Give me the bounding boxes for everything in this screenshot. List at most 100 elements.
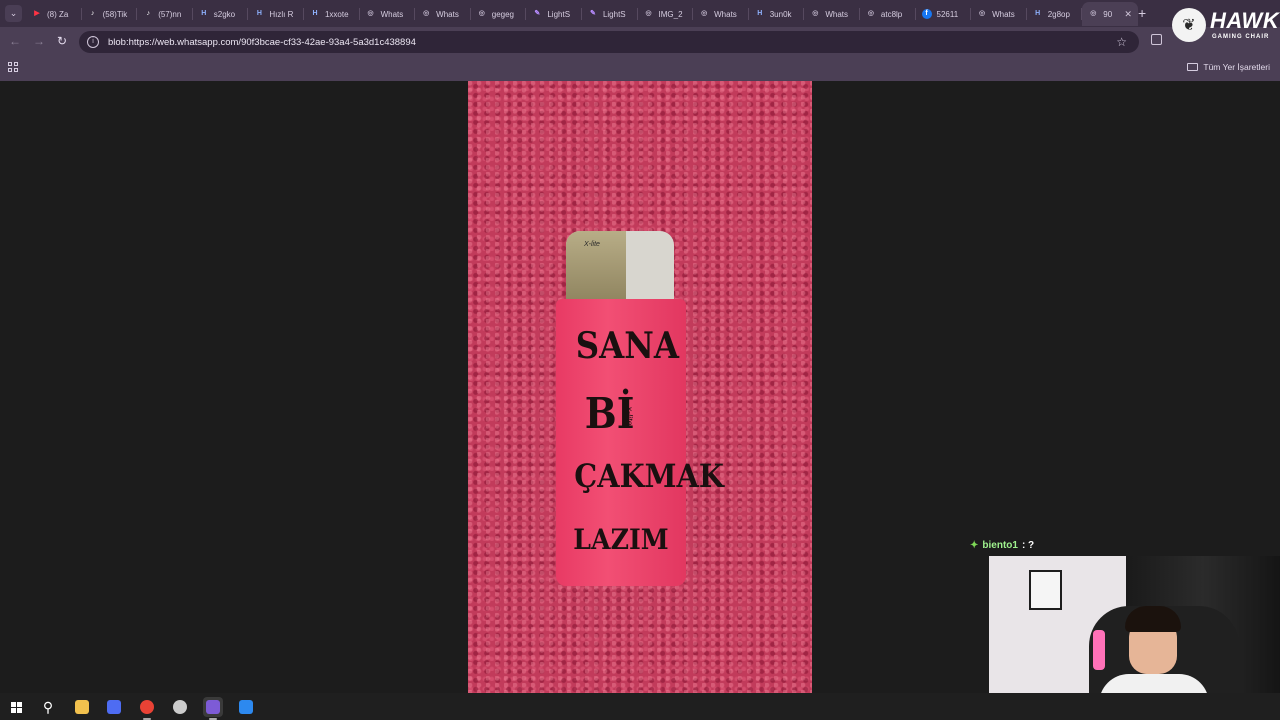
globe-icon: ◎ <box>367 10 374 17</box>
lighter-text-line1: SANA <box>575 325 680 367</box>
all-bookmarks-button[interactable]: Tüm Yer İşaretleri <box>1187 62 1270 72</box>
globe-icon: ◎ <box>478 10 485 17</box>
file-explorer-icon[interactable] <box>72 697 92 717</box>
tab-title: (8) Za <box>47 9 69 19</box>
browser-tab[interactable]: ◎ gegeg <box>471 2 527 26</box>
youtube-icon: ▶ <box>34 10 40 17</box>
address-bar[interactable]: i blob:https://web.whatsapp.com/90f3bcae… <box>79 31 1139 53</box>
browser-tab[interactable]: ♪ (58)Tik <box>82 2 138 26</box>
browser-tab[interactable]: H Hızlı R <box>248 2 304 26</box>
lighter-photo: X-lite SANA Bİ x-lite ÇAKMAK LAZIM <box>468 81 812 693</box>
browser-tab[interactable]: ◎ Whats <box>360 2 416 26</box>
windows-taskbar: ⚲ <box>0 693 1280 720</box>
browser-tab[interactable]: ◎ Whats <box>804 2 860 26</box>
tiktok-icon: ♪ <box>90 10 95 17</box>
browser-tab[interactable]: ◎ 90 ✕ <box>1082 2 1138 26</box>
globe-icon: ◎ <box>423 10 430 17</box>
tab-title: 1xxote <box>324 9 349 19</box>
tiktok-icon: ♪ <box>146 10 150 17</box>
cortana-icon[interactable] <box>104 697 124 717</box>
tab-title: IMG_2 <box>658 9 683 19</box>
lighter-brand-side: x-lite <box>624 406 635 426</box>
chrome-profile-icon[interactable] <box>203 697 223 720</box>
browser-tab[interactable]: ✎ LightS <box>526 2 582 26</box>
facebook-icon: f <box>921 9 932 19</box>
h-site-icon: H <box>1035 10 1041 17</box>
chat-message-text: : ? <box>1021 540 1035 551</box>
tabs-container: ▶ (8) Za ♪ (58)Tik ♪ (57)nn Hs2gko H Hızlı R H 1xx… <box>26 2 1138 26</box>
globe-icon: ◎ <box>645 10 652 17</box>
taskbar-search-icon[interactable]: ⚲ <box>38 697 58 717</box>
lighter-brand-top: X-lite <box>584 241 600 248</box>
globe-icon: ◎ <box>979 10 986 17</box>
lightshot-icon: ✎ <box>590 10 596 17</box>
browser-tab[interactable]: ◎ IMG_2 <box>638 2 694 26</box>
browser-tab[interactable]: H 3un0k <box>749 2 805 26</box>
wall-poster <box>1029 570 1062 610</box>
browser-tab[interactable]: ◎ Whats <box>693 2 749 26</box>
hawk-watermark-title: HAWK <box>1210 8 1280 33</box>
back-button[interactable]: ← <box>9 34 21 48</box>
windows-start-icon[interactable] <box>6 697 26 717</box>
browser-tab[interactable]: ◎ Whats <box>415 2 471 26</box>
h-site-icon: H <box>757 10 763 17</box>
close-tab-icon[interactable]: ✕ <box>1124 9 1132 20</box>
tab-title: Whats <box>992 9 1015 19</box>
tab-title: Whats <box>825 9 848 19</box>
globe-icon: ◎ <box>701 10 708 17</box>
url-text[interactable]: blob:https://web.whatsapp.com/90f3bcae-c… <box>108 37 416 48</box>
globe-icon: ◎ <box>1090 10 1097 17</box>
tab-title: (58)Tik <box>102 9 128 19</box>
bookmark-star-icon[interactable]: ☆ <box>1116 35 1127 49</box>
tab-title: (57)nn <box>158 9 182 19</box>
tab-title: atc8lp <box>880 9 903 19</box>
tab-search-chevron-icon[interactable]: ⌄ <box>5 5 22 22</box>
lighter-text-line4: LAZIM <box>573 523 669 556</box>
browser-toolbar: ← → ↻ i blob:https://web.whatsapp.com/90… <box>0 27 1280 56</box>
tab-title: 90 <box>1103 9 1113 19</box>
apps-grid-icon[interactable] <box>8 62 18 72</box>
browser-tab[interactable]: Hs2gko <box>193 2 249 26</box>
browser-tab[interactable]: ▶ (8) Za <box>26 2 82 26</box>
browser-tab[interactable]: ◎ Whats <box>971 2 1027 26</box>
h-site-icon: H <box>201 10 207 17</box>
tab-strip: ⌄ ▶ (8) Za ♪ (58)Tik ♪ (57)nn Hs2gko H Hızlı RH1… <box>0 0 1280 27</box>
browser-tab[interactable]: ✎ LightS <box>582 2 638 26</box>
forward-button[interactable]: → <box>33 34 45 48</box>
obs-icon[interactable] <box>170 697 190 717</box>
reload-button[interactable]: ↻ <box>57 34 67 48</box>
site-info-icon[interactable]: i <box>87 36 99 48</box>
lighter-body: SANA Bİ x-lite ÇAKMAK LAZIM <box>556 299 724 586</box>
browser-tab[interactable]: f 52611 <box>916 2 972 26</box>
browser-tab[interactable]: ♪ (57)nn <box>137 2 193 26</box>
browser-tab[interactable]: H 2g8op <box>1027 2 1083 26</box>
chrome-icon[interactable] <box>137 697 157 720</box>
browser-tab[interactable]: H 1xxote <box>304 2 360 26</box>
tab-title: Whats <box>714 9 737 19</box>
chat-username: biento1 <box>982 540 1018 551</box>
browser-tab[interactable]: ◎ atc8lp <box>860 2 916 26</box>
tab-title: 3un0k <box>769 9 792 19</box>
tab-title: Whats <box>380 9 404 19</box>
tab-title: Whats <box>436 9 459 19</box>
stream-chat-message: ✦ biento1 : ? <box>970 540 1034 551</box>
h-site-icon: H <box>312 10 318 17</box>
h-site-icon: H <box>256 10 262 17</box>
globe-icon: ◎ <box>867 10 874 17</box>
hawk-watermark-subtitle: GAMING CHAIR <box>1212 34 1270 40</box>
tab-title: LightS <box>547 9 571 19</box>
globe-icon: ◎ <box>812 10 819 17</box>
tab-title: 2g8op <box>1047 9 1070 19</box>
chat-badge-icon: ✦ <box>970 540 979 551</box>
app-icon[interactable] <box>236 697 256 717</box>
lighter-image: X-lite SANA Bİ x-lite ÇAKMAK LAZIM <box>556 231 724 586</box>
all-bookmarks-label: Tüm Yer İşaretleri <box>1203 62 1270 72</box>
tab-title: Hızlı R <box>269 9 294 19</box>
lighter-cap-metal: X-lite <box>566 231 626 303</box>
tab-title: s2gko <box>213 9 236 19</box>
folder-icon <box>1187 63 1199 71</box>
extensions-icon[interactable] <box>1151 34 1162 45</box>
new-tab-button[interactable]: + <box>1138 5 1146 21</box>
tab-title: gegeg <box>491 9 514 19</box>
bookmarks-bar: Tüm Yer İşaretleri <box>0 56 1280 81</box>
